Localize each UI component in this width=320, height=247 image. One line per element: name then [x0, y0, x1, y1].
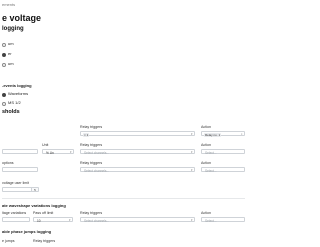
- relay-triggers-select-2[interactable]: Select channels... ▾: [80, 149, 195, 155]
- pass-off-limit-select[interactable]: 10 ▾: [33, 217, 73, 223]
- action-placeholder-2: Select...: [205, 150, 217, 155]
- action-placeholder-4: Select...: [205, 218, 217, 223]
- waveforms-radio[interactable]: [2, 93, 6, 97]
- chevron-down-icon: ▾: [190, 218, 193, 222]
- divider: [2, 198, 245, 199]
- events-logging-title: -events logging: [2, 83, 32, 88]
- relay-triggers-header-2: Relay triggers: [80, 143, 103, 147]
- action-header-4: Action: [201, 211, 211, 215]
- radio-option-2-label: er: [8, 51, 12, 56]
- chevron-down-icon: ▾: [190, 132, 193, 136]
- phase-jumps-section-title: able phase jumps logging: [2, 229, 52, 234]
- relay-triggers-select-3[interactable]: Select channels... ▾: [80, 167, 195, 173]
- threshold-input-2[interactable]: [2, 149, 38, 154]
- action-select-2[interactable]: Select...: [201, 149, 245, 155]
- logging-section-title: logging: [2, 26, 24, 32]
- breadcrumb[interactable]: ements: [2, 2, 15, 7]
- unit-label: Unit: [42, 143, 49, 147]
- action-select-3[interactable]: Select...: [201, 167, 245, 173]
- rms-label: MS 1/2: [8, 100, 21, 105]
- chevron-down-icon: ▾: [190, 150, 193, 154]
- action-header-2: Action: [201, 143, 211, 147]
- user-limit-value-button[interactable]: 5: [31, 187, 39, 192]
- relay-placeholder-3: Select channels...: [84, 168, 110, 173]
- options-label: options: [2, 161, 14, 165]
- unit-value: % Un: [46, 150, 54, 155]
- voltage-user-limit-label: voltage user limit: [2, 181, 29, 185]
- chevron-down-icon: ▾: [68, 218, 71, 222]
- waveshape-section-title: ate waveshape variations logging: [2, 203, 66, 208]
- unit-select[interactable]: % Un ▾: [42, 149, 74, 155]
- action-header-3: Action: [201, 161, 211, 165]
- rms-radio[interactable]: [2, 102, 6, 106]
- pass-off-limit-label: Pass off limit: [33, 211, 54, 215]
- relay-triggers-header: Relay triggers: [80, 125, 103, 129]
- radio-option-3-label: um: [8, 61, 14, 66]
- radio-option-3[interactable]: [2, 63, 6, 67]
- page-title: e voltage: [2, 13, 42, 23]
- waveforms-label: Waveforms: [8, 91, 29, 96]
- relay-placeholder-2: Select channels...: [84, 150, 110, 155]
- chevron-down-icon: ▾: [190, 168, 193, 172]
- action-chip[interactable]: Relay no. 1: [204, 132, 222, 137]
- close-icon[interactable]: ×: [241, 132, 243, 136]
- relay-triggers-header-3: Relay triggers: [80, 161, 103, 165]
- threshold-input-3[interactable]: [2, 167, 38, 172]
- action-placeholder-3: Select...: [205, 168, 217, 173]
- variations-input[interactable]: [2, 217, 30, 222]
- relay-triggers-select-1[interactable]: × 1 ▾: [80, 131, 195, 137]
- action-header: Action: [201, 125, 211, 129]
- relay-triggers-header-5: Relay triggers: [33, 239, 56, 243]
- relay-triggers-header-4: Relay triggers: [80, 211, 103, 215]
- phase-jumps-label: e jumps: [2, 239, 15, 243]
- relay-placeholder-4: Select channels...: [84, 218, 110, 223]
- relay-chip-1[interactable]: × 1: [83, 132, 90, 137]
- radio-option-1[interactable]: [2, 43, 6, 47]
- thresholds-section-title: sholds: [2, 109, 20, 115]
- action-select-4[interactable]: Select...: [201, 217, 245, 223]
- chevron-down-icon: ▾: [69, 150, 72, 154]
- action-select-1[interactable]: Relay no. 1 ×: [201, 131, 245, 137]
- voltage-variations-label: ltage variations: [2, 211, 27, 215]
- radio-option-1-label: um: [8, 41, 14, 46]
- radio-option-2[interactable]: [2, 53, 6, 57]
- relay-triggers-select-4[interactable]: Select channels... ▾: [80, 217, 195, 223]
- pass-off-value: 10: [37, 218, 41, 223]
